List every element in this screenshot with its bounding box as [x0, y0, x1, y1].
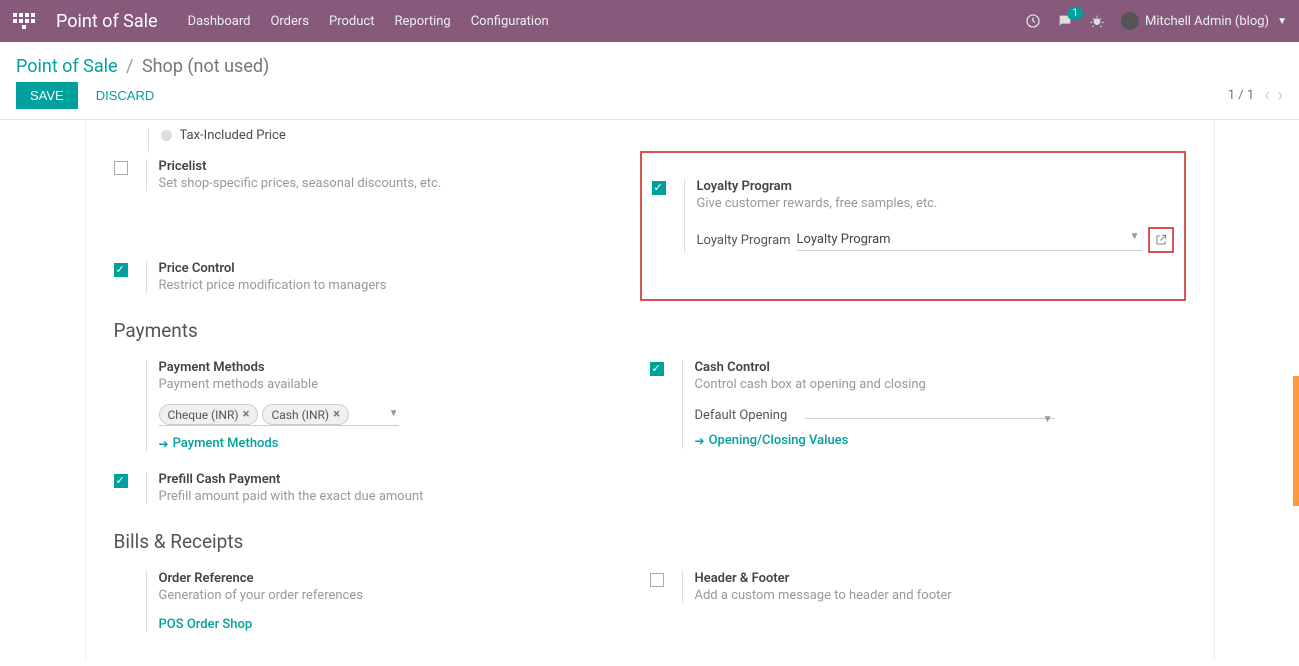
nav-orders[interactable]: Orders [270, 14, 309, 29]
arrow-right-icon: ➔ [159, 437, 169, 451]
arrow-right-icon: ➔ [695, 434, 705, 448]
header-right: 1 Mitchell Admin (blog) ▼ [1025, 12, 1287, 30]
app-title: Point of Sale [56, 11, 158, 32]
clock-icon[interactable] [1025, 13, 1041, 29]
pager-prev-icon[interactable]: ‹ [1264, 85, 1269, 106]
setting-prefill: Prefill Cash Payment Prefill amount paid… [114, 464, 650, 516]
breadcrumb: Point of Sale / Shop (not used) [16, 56, 269, 77]
pager-next-icon[interactable]: › [1278, 85, 1283, 106]
pm-tag-cash[interactable]: Cash (INR)× [262, 404, 349, 425]
header-footer-desc: Add a custom message to header and foote… [695, 588, 1186, 603]
setting-payment-methods: Payment Methods Payment methods availabl… [114, 352, 650, 464]
pricelist-title: Pricelist [159, 159, 650, 174]
header-footer-title: Header & Footer [695, 571, 1186, 586]
debug-icon[interactable] [1089, 13, 1105, 29]
order-ref-title: Order Reference [159, 571, 650, 586]
breadcrumb-leaf: Shop (not used) [142, 56, 269, 77]
pm-tag-cheque[interactable]: Cheque (INR)× [159, 404, 259, 425]
tax-included-row: Tax-Included Price [148, 128, 1186, 151]
tag-remove-icon[interactable]: × [243, 407, 250, 422]
loyalty-highlight: Loyalty Program Give customer rewards, f… [640, 151, 1186, 301]
save-button[interactable]: SAVE [16, 82, 78, 109]
nav-configuration[interactable]: Configuration [471, 14, 549, 29]
avatar-icon [1121, 12, 1139, 30]
price-control-title: Price Control [159, 261, 650, 276]
default-opening-input[interactable]: ▼ [805, 412, 1055, 419]
nav-product[interactable]: Product [329, 14, 374, 29]
pm-desc: Payment methods available [159, 377, 650, 392]
loyalty-title: Loyalty Program [697, 179, 1174, 194]
apps-icon[interactable] [12, 9, 36, 33]
tag-remove-icon[interactable]: × [333, 407, 340, 422]
section-bills: Bills & Receipts [114, 530, 1186, 553]
prefill-desc: Prefill amount paid with the exact due a… [159, 489, 650, 504]
nav-dashboard[interactable]: Dashboard [188, 14, 251, 29]
chevron-down-icon: ▼ [1043, 414, 1053, 425]
price-control-desc: Restrict price modification to managers [159, 278, 650, 293]
prefill-title: Prefill Cash Payment [159, 472, 650, 487]
cash-control-checkbox[interactable] [650, 362, 664, 376]
cash-title: Cash Control [695, 360, 1186, 375]
breadcrumb-sep: / [126, 56, 133, 77]
main-nav: Dashboard Orders Product Reporting Confi… [188, 14, 549, 29]
setting-header-footer: Header & Footer Add a custom message to … [650, 563, 1186, 615]
loyalty-field-label: Loyalty Program [697, 233, 797, 248]
nav-reporting[interactable]: Reporting [394, 14, 450, 29]
opening-closing-link[interactable]: ➔Opening/Closing Values [695, 433, 849, 448]
loyalty-desc: Give customer rewards, free samples, etc… [697, 196, 1174, 211]
chevron-down-icon: ▼ [1130, 231, 1140, 242]
pager: 1 / 1 ‹ › [1228, 85, 1283, 106]
pm-tags[interactable]: Cheque (INR)× Cash (INR)× ▼ [159, 404, 399, 426]
pm-link[interactable]: ➔Payment Methods [159, 436, 279, 451]
order-ref-desc: Generation of your order references [159, 588, 650, 603]
setting-order-ref: Order Reference Generation of your order… [114, 563, 650, 644]
setting-cash-control: Cash Control Control cash box at opening… [650, 352, 1186, 461]
tax-included-label: Tax-Included Price [180, 128, 286, 143]
external-link-icon[interactable] [1148, 227, 1174, 253]
chevron-down-icon: ▼ [1277, 16, 1287, 27]
pricelist-checkbox[interactable] [114, 161, 128, 175]
default-opening-label: Default Opening [695, 408, 805, 423]
setting-price-control: Price Control Restrict price modificatio… [114, 253, 650, 305]
pm-title: Payment Methods [159, 360, 650, 375]
order-ref-link[interactable]: POS Order Shop [159, 617, 253, 632]
section-payments: Payments [114, 319, 1186, 342]
action-bar: SAVE DISCARD 1 / 1 ‹ › [0, 82, 1299, 120]
loyalty-field-input[interactable]: Loyalty Program▼ [797, 229, 1142, 251]
loyalty-checkbox[interactable] [652, 181, 666, 195]
user-menu[interactable]: Mitchell Admin (blog) ▼ [1121, 12, 1287, 30]
setting-loyalty: Loyalty Program Give customer rewards, f… [652, 171, 1174, 265]
content: Tax-Included Price Pricelist Set shop-sp… [0, 120, 1299, 661]
breadcrumb-root[interactable]: Point of Sale [16, 56, 118, 77]
user-name: Mitchell Admin (blog) [1145, 14, 1269, 29]
price-control-checkbox[interactable] [114, 263, 128, 277]
discard-button[interactable]: DISCARD [84, 82, 167, 109]
pager-text: 1 / 1 [1228, 88, 1254, 103]
messages-badge: 1 [1067, 7, 1083, 20]
radio-icon[interactable] [161, 130, 172, 141]
scroll-indicator[interactable] [1293, 376, 1299, 506]
top-bar: Point of Sale Dashboard Orders Product R… [0, 0, 1299, 42]
cash-desc: Control cash box at opening and closing [695, 377, 1186, 392]
header-footer-checkbox[interactable] [650, 573, 664, 587]
pricelist-desc: Set shop-specific prices, seasonal disco… [159, 176, 650, 191]
breadcrumb-bar: Point of Sale / Shop (not used) [0, 42, 1299, 82]
messages-icon[interactable]: 1 [1057, 13, 1073, 29]
prefill-checkbox[interactable] [114, 474, 128, 488]
chevron-down-icon: ▼ [389, 408, 399, 419]
setting-pricelist: Pricelist Set shop-specific prices, seas… [114, 151, 650, 203]
